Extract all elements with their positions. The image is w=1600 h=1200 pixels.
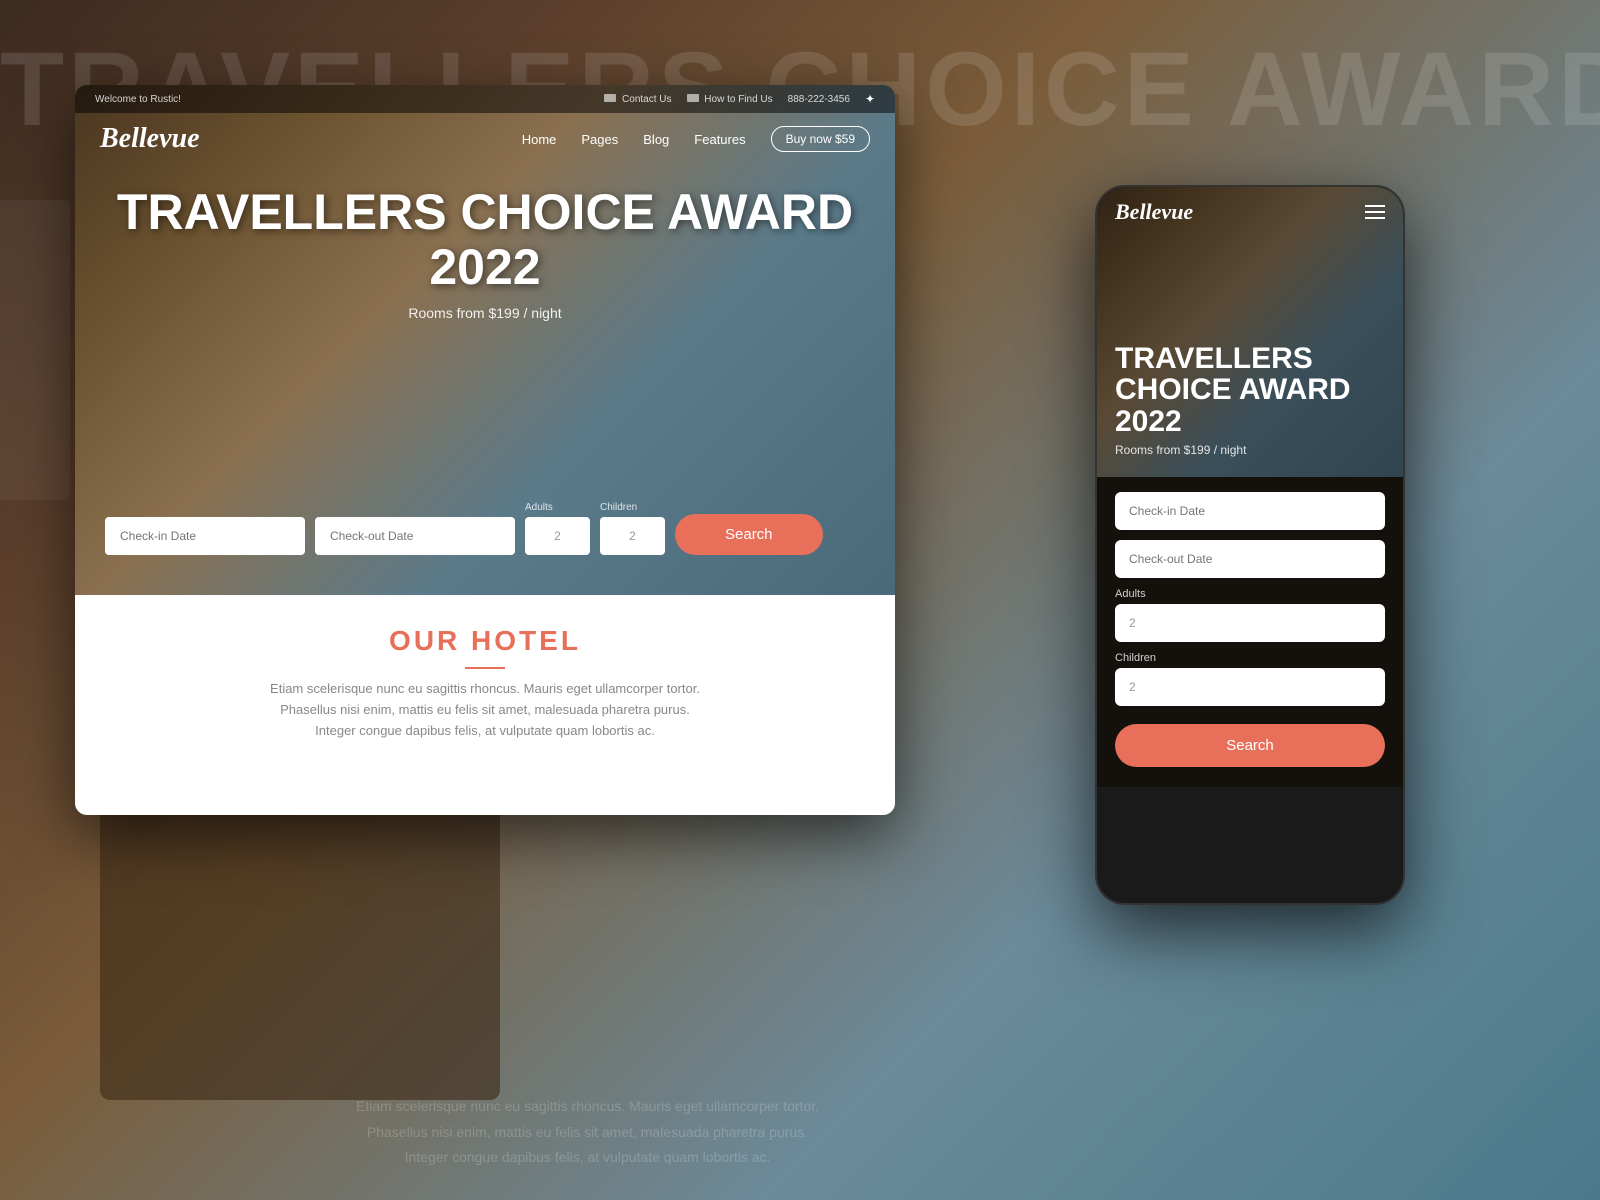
mobile-adults-input[interactable] bbox=[1115, 604, 1385, 642]
nav-home[interactable]: Home bbox=[522, 132, 557, 147]
desktop-hero-subtitle: Rooms from $199 / night bbox=[105, 305, 865, 321]
mobile-children-label: Children bbox=[1115, 652, 1385, 664]
mobile-hero-title: TRAVELLERS CHOICE AWARD 2022 bbox=[1115, 343, 1385, 438]
mobile-booking-section: Adults Children Search bbox=[1097, 477, 1403, 787]
mobile-adults-group: Adults bbox=[1115, 588, 1385, 642]
desktop-hero: Welcome to Rustic! Contact Us How to Fin… bbox=[75, 85, 895, 595]
hamburger-line-1 bbox=[1365, 205, 1385, 207]
adults-group: Adults bbox=[525, 502, 590, 555]
desktop-topbar: Welcome to Rustic! Contact Us How to Fin… bbox=[75, 85, 895, 113]
checkin-group bbox=[105, 517, 305, 555]
mobile-hero-subtitle: Rooms from $199 / night bbox=[1115, 443, 1385, 457]
mobile-checkin-group bbox=[1115, 492, 1385, 530]
mobile-hero-content: TRAVELLERS CHOICE AWARD 2022 Rooms from … bbox=[1115, 343, 1385, 458]
bottom-faded-line-1: Etiam scelerisque nunc eu sagittis rhonc… bbox=[75, 1094, 1100, 1119]
hamburger-line-3 bbox=[1365, 217, 1385, 219]
hotel-section-title: OUR HOTEL bbox=[105, 625, 865, 657]
topbar-findus: How to Find Us bbox=[687, 94, 773, 105]
desktop-hero-content: TRAVELLERS CHOICE AWARD 2022 Rooms from … bbox=[105, 185, 865, 321]
topbar-phone: 888-222-3456 bbox=[788, 94, 850, 105]
children-group: Children bbox=[600, 502, 665, 555]
map-icon bbox=[687, 94, 699, 102]
mobile-children-group: Children bbox=[1115, 652, 1385, 706]
desktop-hero-title: TRAVELLERS CHOICE AWARD 2022 bbox=[105, 185, 865, 295]
bottom-faded-line-2: Phasellus nisi enim, mattis eu felis sit… bbox=[75, 1120, 1100, 1145]
hotel-section-divider bbox=[465, 667, 505, 669]
mobile-nav: Bellevue bbox=[1097, 187, 1403, 237]
desktop-children-input[interactable] bbox=[600, 517, 665, 555]
mobile-inner: Bellevue TRAVELLERS CHOICE AWARD 2022 Ro… bbox=[1097, 187, 1403, 903]
mobile-logo: Bellevue bbox=[1115, 199, 1193, 225]
desktop-booking-form: Adults Children Search bbox=[105, 502, 865, 555]
buy-now-button[interactable]: Buy now $59 bbox=[771, 126, 870, 152]
email-icon bbox=[604, 94, 616, 102]
desktop-nav-links: Home Pages Blog Features Buy now $59 bbox=[522, 126, 870, 152]
desktop-nav: Bellevue Home Pages Blog Features Buy no… bbox=[75, 113, 895, 165]
topbar-contact: Contact Us bbox=[604, 94, 671, 105]
hotel-section-text: Etiam scelerisque nunc eu sagittis rhonc… bbox=[105, 679, 865, 741]
left-decoration bbox=[0, 200, 70, 500]
hamburger-line-2 bbox=[1365, 211, 1385, 213]
mobile-checkout-group bbox=[1115, 540, 1385, 578]
topbar-right: Contact Us How to Find Us 888-222-3456 ✦ bbox=[604, 92, 875, 106]
nav-blog[interactable]: Blog bbox=[643, 132, 669, 147]
bottom-faded-text: Etiam scelerisque nunc eu sagittis rhonc… bbox=[75, 1094, 1100, 1170]
mobile-search-button[interactable]: Search bbox=[1115, 724, 1385, 767]
mobile-checkin-input[interactable] bbox=[1115, 492, 1385, 530]
twitter-icon: ✦ bbox=[865, 92, 875, 106]
desktop-logo: Bellevue bbox=[100, 123, 200, 155]
bottom-faded-line-3: Integer congue dapibus felis, at vulputa… bbox=[75, 1145, 1100, 1170]
nav-features[interactable]: Features bbox=[694, 132, 745, 147]
desktop-adults-input[interactable] bbox=[525, 517, 590, 555]
mobile-children-input[interactable] bbox=[1115, 668, 1385, 706]
topbar-welcome: Welcome to Rustic! bbox=[95, 94, 181, 105]
desktop-checkin-input[interactable] bbox=[105, 517, 305, 555]
checkout-group bbox=[315, 517, 515, 555]
nav-pages[interactable]: Pages bbox=[581, 132, 618, 147]
desktop-search-button[interactable]: Search bbox=[675, 514, 823, 555]
desktop-mockup: Welcome to Rustic! Contact Us How to Fin… bbox=[75, 85, 895, 815]
adults-label: Adults bbox=[525, 502, 590, 513]
desktop-checkout-input[interactable] bbox=[315, 517, 515, 555]
children-label: Children bbox=[600, 502, 665, 513]
mobile-hero: Bellevue TRAVELLERS CHOICE AWARD 2022 Ro… bbox=[1097, 187, 1403, 477]
desktop-hotel-section: OUR HOTEL Etiam scelerisque nunc eu sagi… bbox=[75, 595, 895, 815]
mobile-adults-label: Adults bbox=[1115, 588, 1385, 600]
mobile-mockup: Bellevue TRAVELLERS CHOICE AWARD 2022 Ro… bbox=[1095, 185, 1405, 905]
hamburger-menu-button[interactable] bbox=[1365, 205, 1385, 219]
mobile-checkout-input[interactable] bbox=[1115, 540, 1385, 578]
